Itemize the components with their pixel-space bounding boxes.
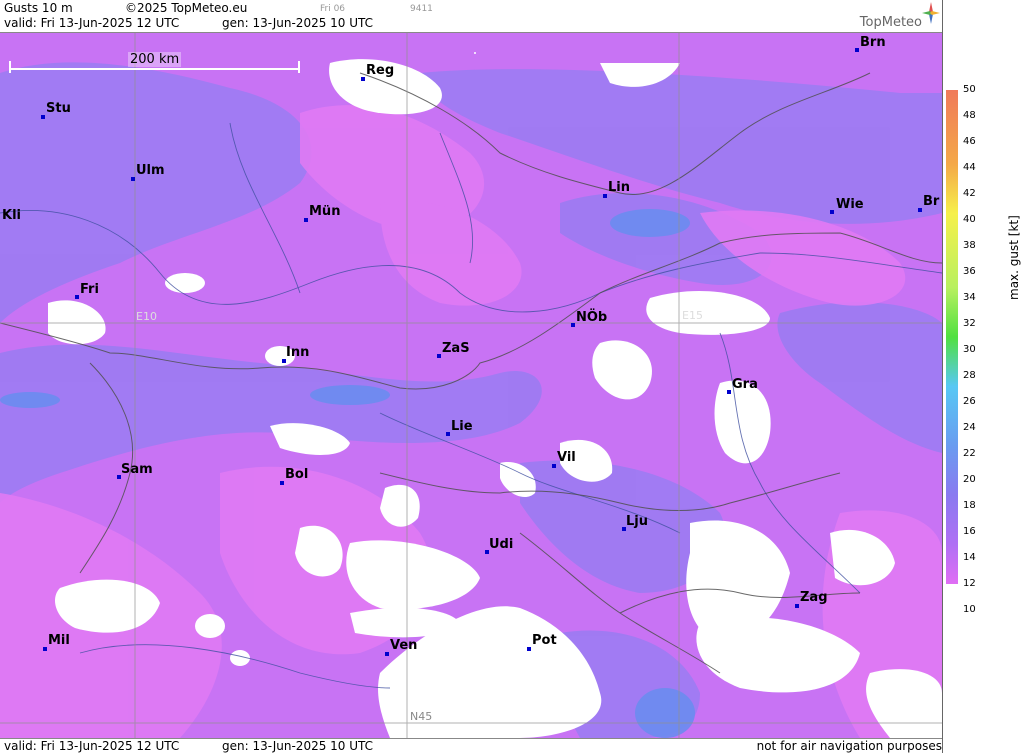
city-label-inn: Inn xyxy=(286,345,310,360)
city-marker xyxy=(571,323,575,327)
city-label-sam: Sam xyxy=(121,462,153,477)
small-code: 9411 xyxy=(410,4,433,14)
legend-tick-label: 42 xyxy=(963,188,976,199)
city-marker xyxy=(552,464,556,468)
city-marker xyxy=(280,481,284,485)
city-marker xyxy=(446,432,450,436)
city-marker xyxy=(603,194,607,198)
city-marker xyxy=(361,77,365,81)
grid-label-e10: E10 xyxy=(136,310,157,323)
legend-tick-label: 16 xyxy=(963,526,976,537)
legend-tick-label: 48 xyxy=(963,110,976,121)
legend-tick-label: 12 xyxy=(963,578,976,589)
legend-tick-label: 36 xyxy=(963,266,976,277)
legend-tick-label: 22 xyxy=(963,448,976,459)
city-marker xyxy=(527,647,531,651)
legend-tick-label: 28 xyxy=(963,370,976,381)
city-marker xyxy=(75,295,79,299)
legend-units: max. gust [kt] xyxy=(1007,215,1021,300)
header-bar: Gusts 10 m ©2025 TopMeteo.eu Fri 06 9411… xyxy=(0,0,942,33)
footer-gen-time: gen: 13-Jun-2025 10 UTC xyxy=(222,739,374,753)
footer-note: not for air navigation purposes xyxy=(756,739,942,753)
city-marker xyxy=(795,604,799,608)
legend-tick-label: 30 xyxy=(963,344,976,355)
city-marker xyxy=(855,48,859,52)
city-label-gra: Gra xyxy=(732,377,758,392)
legend-tick-label: 46 xyxy=(963,136,976,147)
scale-label: 200 km xyxy=(128,52,182,67)
brand-text: TopMeteo xyxy=(859,15,922,30)
legend-tick-label: 38 xyxy=(963,240,976,251)
map-field xyxy=(0,33,942,738)
city-label-wie: Wie xyxy=(836,197,864,212)
grid-label-n45: N45 xyxy=(410,710,433,723)
city-marker xyxy=(385,652,389,656)
city-label-nob: NÖb xyxy=(576,310,608,325)
color-legend: 50 48 46 44 42 40 38 36 34 32 30 28 26 24 22 20 18 16 14 12… xyxy=(942,0,1034,753)
city-label-lin: Lin xyxy=(608,180,630,195)
city-marker xyxy=(918,208,922,212)
city-label-kli: Kli xyxy=(2,208,21,223)
legend-color-bar xyxy=(946,90,958,584)
legend-tick-label: 40 xyxy=(963,214,976,225)
city-label-ven: Ven xyxy=(390,638,418,653)
city-label-brn: Brn xyxy=(860,35,886,50)
legend-tick-label: 44 xyxy=(963,162,976,173)
city-marker xyxy=(830,210,834,214)
city-label-bol: Bol xyxy=(285,467,309,482)
legend-tick-label: 50 xyxy=(963,84,976,95)
legend-tick-label: 26 xyxy=(963,396,976,407)
footer-bar: valid: Fri 13-Jun-2025 12 UTC gen: 13-Ju… xyxy=(0,738,942,754)
city-label-zag: Zag xyxy=(800,590,828,605)
city-label-fri: Fri xyxy=(80,282,99,297)
legend-tick-label: 18 xyxy=(963,500,976,511)
legend-tick-label: 10 xyxy=(963,604,976,615)
footer-valid-time: valid: Fri 13-Jun-2025 12 UTC xyxy=(4,739,180,753)
city-marker xyxy=(131,177,135,181)
legend-tick-label: 34 xyxy=(963,292,976,303)
city-label-mun: Mün xyxy=(309,204,341,219)
copyright: ©2025 TopMeteo.eu xyxy=(125,1,248,15)
city-label-mil: Mil xyxy=(48,633,70,648)
city-label-pot: Pot xyxy=(532,633,557,648)
city-marker xyxy=(727,390,731,394)
city-marker xyxy=(304,218,308,222)
city-marker xyxy=(43,647,47,651)
city-label-br: Br xyxy=(923,194,940,209)
product-title: Gusts 10 m xyxy=(4,1,73,15)
legend-tick-label: 20 xyxy=(963,474,976,485)
small-day: Fri 06 xyxy=(320,4,346,14)
legend-tick-label: 32 xyxy=(963,318,976,329)
city-label-zas: ZaS xyxy=(442,341,470,356)
city-label-stu: Stu xyxy=(46,101,71,116)
city-marker xyxy=(41,115,45,119)
city-label-lju: Lju xyxy=(626,514,648,529)
city-label-vil: Vil xyxy=(557,450,576,465)
compass-star-icon xyxy=(922,2,940,24)
valid-time: valid: Fri 13-Jun-2025 12 UTC xyxy=(4,16,180,30)
city-label-ulm: Ulm xyxy=(136,163,165,178)
topmeteo-logo: TopMeteo xyxy=(842,0,942,32)
gen-time: gen: 13-Jun-2025 10 UTC xyxy=(222,16,374,30)
legend-tick-label: 14 xyxy=(963,552,976,563)
city-label-lie: Lie xyxy=(451,419,473,434)
gust-map[interactable]: 200 km E10 E15 N45 Brn Reg Stu Ulm Kli M… xyxy=(0,33,942,738)
legend-tick-label: 24 xyxy=(963,422,976,433)
city-label-udi: Udi xyxy=(489,537,514,552)
city-label-reg: Reg xyxy=(366,63,395,78)
grid-label-e15: E15 xyxy=(682,309,703,322)
city-marker xyxy=(437,354,441,358)
